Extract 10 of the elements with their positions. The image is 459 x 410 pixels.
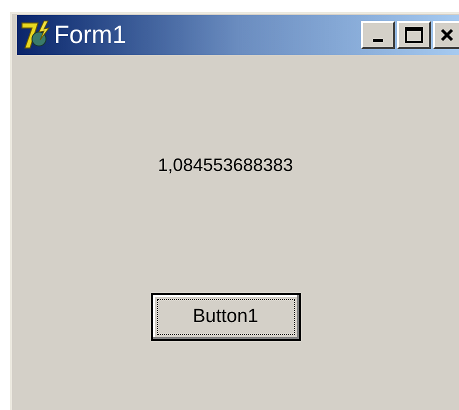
app-icon	[20, 20, 52, 50]
value-label: 1,084553688383	[158, 156, 294, 174]
maximize-button[interactable]	[397, 21, 431, 49]
maximize-icon	[405, 27, 423, 43]
close-button[interactable]	[433, 21, 459, 49]
close-icon	[440, 28, 454, 42]
minimize-icon	[373, 39, 383, 42]
window-title: Form1	[54, 22, 126, 48]
button[interactable]: Button1	[150, 293, 300, 341]
minimize-button[interactable]	[361, 21, 395, 49]
